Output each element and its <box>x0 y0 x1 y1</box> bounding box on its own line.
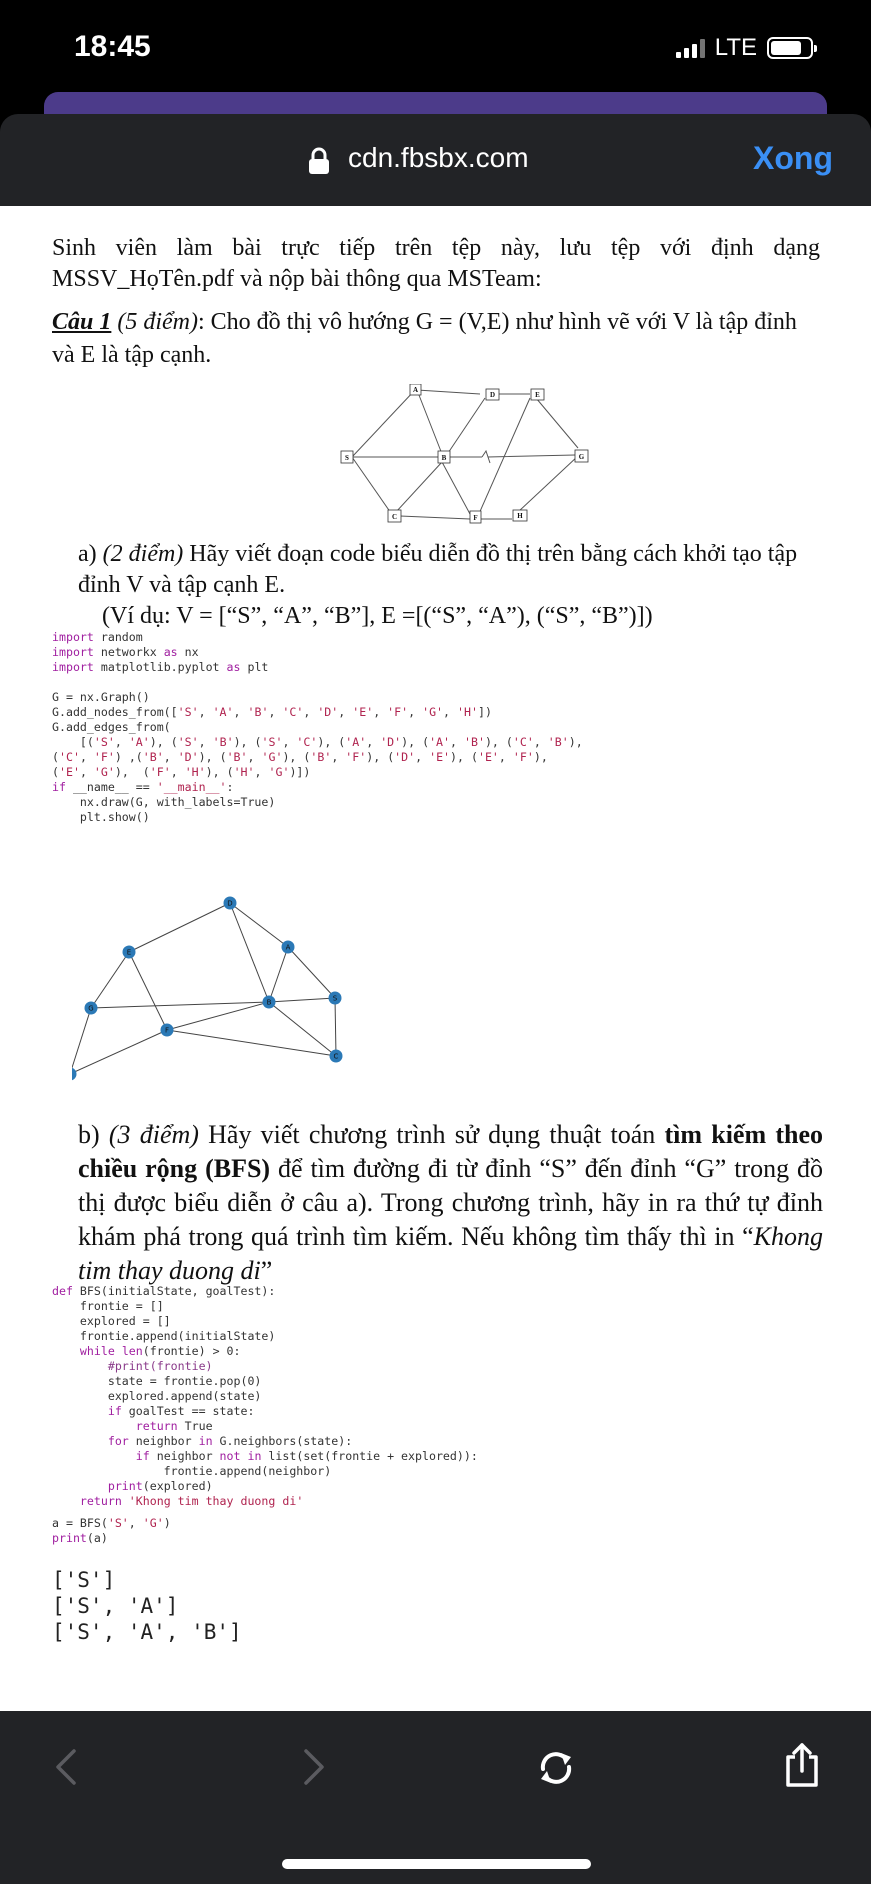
diagram-node-s: S <box>345 454 349 462</box>
code-line: plt.show() <box>52 810 150 824</box>
code-line: return 'Khong tim thay duong di' <box>79 1494 304 1508</box>
done-button[interactable]: Xong <box>753 140 833 177</box>
diagram-node-e: E <box>535 391 540 399</box>
q1-points: (5 điểm) <box>117 309 198 335</box>
url-label: cdn.fbsbx.com <box>348 142 529 173</box>
code-line: if goalTest == state: <box>107 1404 255 1418</box>
code-line: frontie.append(neighbor) <box>52 1464 332 1478</box>
code-block-1: import random import networkx as nx import… <box>52 630 583 825</box>
question-a: a) (2 điểm) Hãy viết đoạn code biểu diễn… <box>78 539 823 632</box>
diagram-node-g: G <box>579 453 585 461</box>
code-line: state = frontie.pop(0) <box>52 1374 262 1388</box>
code-line: nx.draw(G, with_labels=True) <box>52 795 276 809</box>
program-output: ['S'] ['S', 'A'] ['S', 'A', 'B'] <box>52 1567 242 1645</box>
diagram-node-a: A <box>413 386 418 394</box>
code-line: while len(frontie) > 0: <box>79 1344 241 1358</box>
code-line: frontie = [] <box>52 1299 164 1313</box>
plot-node-f: F <box>165 1027 169 1035</box>
diagram-node-h: H <box>517 512 523 520</box>
diagram-node-b: B <box>442 454 447 462</box>
qb-points: (3 điểm) <box>108 1120 199 1149</box>
code-line: import random <box>52 630 143 644</box>
output-line: ['S', 'A', 'B'] <box>52 1620 242 1644</box>
code-line: ('C', 'F') ,('B', 'D'), ('B', 'G'), ('B'… <box>52 750 548 764</box>
code-block-3: a = BFS('S', 'G') print(a) <box>52 1516 171 1546</box>
output-line: ['S'] <box>52 1568 116 1592</box>
qa-prefix: a) <box>78 541 97 567</box>
code-line: G.add_nodes_from(['S', 'A', 'B', 'C', 'D… <box>52 705 492 719</box>
code-line: ('E', 'G'), ('F', 'H'), ('H', 'G')]) <box>52 765 311 779</box>
plot-node-g: G <box>88 1005 93 1013</box>
qb-text-1: Hãy viết chương trình sử dụng thuật toán <box>208 1120 665 1149</box>
code-block-2: def BFS(initialState, goalTest): frontie… <box>52 1284 478 1509</box>
diagram-node-c: C <box>392 513 397 521</box>
intro-paragraph: Sinh viên làm bài trực tiếp trên tệp này… <box>52 235 820 292</box>
q1-title: Câu 1 <box>52 309 112 335</box>
plot-node-a: A <box>286 944 291 952</box>
signal-icon <box>675 38 705 58</box>
lock-icon <box>309 147 329 174</box>
code-line: #print(frontie) <box>52 1359 213 1373</box>
network-label: LTE <box>714 34 757 61</box>
qa-example: (Ví dụ: V = [“S”, “A”, “B”], E =[(“S”, “… <box>102 603 653 629</box>
question-1: Câu 1 (5 điểm): Cho đồ thị vô hướng G = … <box>52 306 820 372</box>
diagram-node-d: D <box>490 391 495 399</box>
home-indicator <box>282 1859 591 1869</box>
plot-node-s: S <box>333 995 338 1003</box>
forward-icon[interactable] <box>302 1747 328 1787</box>
plot-node-h: H <box>72 1071 73 1079</box>
browser-header: cdn.fbsbx.com Xong <box>0 114 871 206</box>
code-line: import matplotlib.pyplot as plt <box>52 660 269 674</box>
qa-text: Hãy viết đoạn code biểu diễn đồ thị trên… <box>78 541 798 598</box>
code-line: G.add_edges_from( <box>52 720 171 734</box>
qb-end: ” <box>260 1256 273 1285</box>
code-line: if __name__ == '__main__': <box>52 780 234 794</box>
code-line: explored = [] <box>52 1314 171 1328</box>
share-icon[interactable] <box>783 1741 821 1789</box>
code-line: print(explored) <box>107 1479 213 1493</box>
graph-diagram: A D E S B G C F H <box>340 384 589 524</box>
qa-points: (2 điểm) <box>102 541 184 567</box>
code-line: return True <box>135 1419 213 1433</box>
code-line: print(a) <box>52 1531 108 1545</box>
status-time: 18:45 <box>74 30 151 63</box>
status-indicators: LTE <box>675 34 817 62</box>
code-line: import networkx as nx <box>52 645 199 659</box>
plot-node-b: B <box>267 999 272 1007</box>
back-icon[interactable] <box>52 1747 78 1787</box>
diagram-node-f: F <box>473 514 477 522</box>
reload-icon[interactable] <box>535 1747 577 1789</box>
pdf-document[interactable]: Sinh viên làm bài trực tiếp trên tệp này… <box>0 206 871 1711</box>
code-line: G = nx.Graph() <box>52 690 150 704</box>
code-line: for neighbor in G.neighbors(state): <box>107 1434 353 1448</box>
code-line: [('S', 'A'), ('S', 'B'), ('S', 'C'), ('A… <box>52 735 583 749</box>
plot-node-c: C <box>334 1053 339 1061</box>
code-line: def BFS(initialState, goalTest): <box>52 1284 276 1298</box>
battery-icon <box>767 37 817 59</box>
question-b: b) (3 điểm) Hãy viết chương trình sử dụn… <box>78 1118 823 1288</box>
code-line: explored.append(state) <box>52 1389 262 1403</box>
plot-node-e: E <box>127 949 131 957</box>
networkx-plot: D A E B S G F C H <box>72 896 343 1081</box>
output-line: ['S', 'A'] <box>52 1594 179 1618</box>
plot-node-d: D <box>227 900 232 908</box>
qb-prefix: b) <box>78 1120 100 1149</box>
code-line: a = BFS('S', 'G') <box>52 1516 171 1530</box>
code-line: frontie.append(initialState) <box>52 1329 276 1343</box>
code-line: if neighbor not in list(set(frontie + ex… <box>135 1449 478 1463</box>
